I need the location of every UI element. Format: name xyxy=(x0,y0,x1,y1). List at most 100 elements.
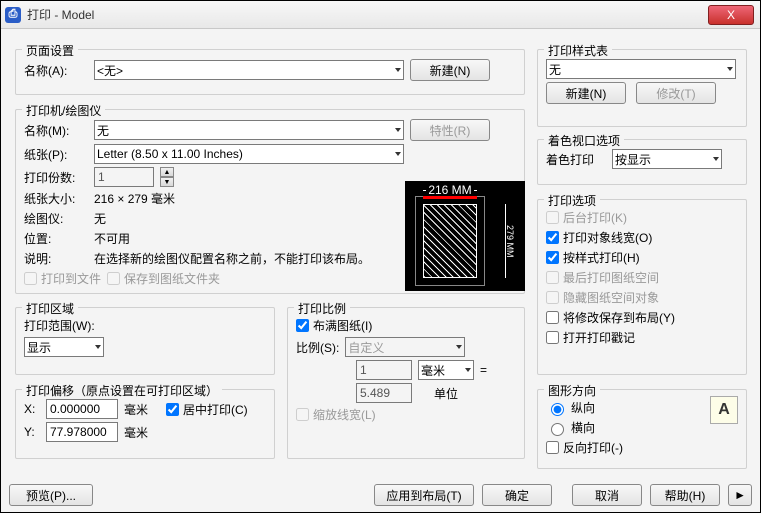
plotter-label: 绘图仪: xyxy=(24,210,88,227)
opt-savechg-checkbox[interactable]: 将修改保存到布局(Y) xyxy=(546,309,675,326)
offset-x-unit: 毫米 xyxy=(124,401,148,418)
opt-bg-checkbox[interactable]: 后台打印(K) xyxy=(546,209,627,226)
close-icon: X xyxy=(727,8,735,22)
spin-down-icon[interactable]: ▼ xyxy=(160,177,174,187)
opt-hide-checkbox[interactable]: 隐藏图纸空间对象 xyxy=(546,289,659,306)
opt-lineweight-checkbox[interactable]: 打印对象线宽(O) xyxy=(546,229,652,246)
copies-spinner[interactable]: ▲▼ xyxy=(160,167,174,187)
equals-label: = xyxy=(480,363,487,377)
chevron-down-icon xyxy=(456,345,462,349)
group-page-setup: 页面设置 名称(A): <无> 新建(N) xyxy=(15,49,525,95)
chevron-right-icon: ► xyxy=(734,488,746,502)
preview-button[interactable]: 预览(P)... xyxy=(9,484,93,506)
printer-properties-button[interactable]: 特性(R) xyxy=(410,119,490,141)
range-label: 打印范围(W): xyxy=(24,317,95,334)
printer-name-select[interactable]: 无 xyxy=(94,120,404,140)
opt-stamp-checkbox[interactable]: 打开打印戳记 xyxy=(546,329,635,346)
legend-offset: 打印偏移（原点设置在可打印区域） xyxy=(22,382,222,399)
chevron-down-icon xyxy=(395,128,401,132)
chevron-down-icon xyxy=(465,368,471,372)
desc-label: 说明: xyxy=(24,250,88,267)
legend-viewport: 着色视口选项 xyxy=(544,132,624,149)
apply-to-layout-button[interactable]: 应用到布局(T) xyxy=(374,484,474,506)
plotter-value: 无 xyxy=(94,210,106,227)
ok-button[interactable]: 确定 xyxy=(482,484,552,506)
legend-scale: 打印比例 xyxy=(294,300,350,317)
group-options: 打印选项 后台打印(K) 打印对象线宽(O) 按样式打印(H) 最后打印图纸空间… xyxy=(537,199,747,375)
legend-options: 打印选项 xyxy=(544,192,600,209)
location-value: 不可用 xyxy=(94,230,130,247)
paper-label: 纸张(P): xyxy=(24,146,88,163)
offset-y-input[interactable]: 77.978000 xyxy=(46,422,118,442)
print-to-file-checkbox[interactable]: 打印到文件 xyxy=(24,270,101,287)
group-style-table: 打印样式表 无 新建(N) 修改(T) xyxy=(537,49,747,127)
close-button[interactable]: X xyxy=(708,5,754,25)
group-orientation: 图形方向 纵向 横向 反向打印(-) A xyxy=(537,389,747,469)
print-dialog: ⎙ 打印 - Model X 页面设置 名称(A): <无> 新建(N) 打印机… xyxy=(0,0,761,513)
papersize-value: 216 × 279 毫米 xyxy=(94,190,175,207)
offset-x-label: X: xyxy=(24,402,40,416)
legend-printer: 打印机/绘图仪 xyxy=(22,102,105,119)
chevron-down-icon xyxy=(395,152,401,156)
dialog-body: 页面设置 名称(A): <无> 新建(N) 打印机/绘图仪 名称(M): 无 特… xyxy=(1,29,760,512)
scale-numerator-input[interactable]: 1 xyxy=(356,360,412,380)
chevron-down-icon xyxy=(713,157,719,161)
group-offset: 打印偏移（原点设置在可打印区域） X: 0.000000 毫米 居中打印(C) … xyxy=(15,389,275,459)
offset-y-unit: 毫米 xyxy=(124,424,148,441)
scale-denominator-input[interactable]: 5.489 xyxy=(356,383,412,403)
chevron-down-icon xyxy=(727,67,733,71)
preview-top-edge xyxy=(423,196,477,199)
orient-landscape-radio[interactable]: 横向 xyxy=(546,419,595,436)
orient-portrait-radio[interactable]: 纵向 xyxy=(546,399,595,416)
chevron-down-icon xyxy=(395,68,401,72)
paper-preview: 216 MM 279 MM xyxy=(405,181,525,291)
spin-up-icon[interactable]: ▲ xyxy=(160,167,174,177)
pagesetup-name-select[interactable]: <无> xyxy=(94,60,404,80)
scale-ratio-label: 比例(S): xyxy=(296,339,339,356)
range-select[interactable]: 显示 xyxy=(24,337,104,357)
styletable-select[interactable]: 无 xyxy=(546,59,736,79)
preview-width-label: 216 MM xyxy=(423,183,477,197)
desc-value: 在选择新的绘图仪配置名称之前，不能打印该布局。 xyxy=(94,250,370,267)
app-icon: ⎙ xyxy=(5,7,21,23)
legend-page-setup: 页面设置 xyxy=(22,42,78,59)
cancel-button[interactable]: 取消 xyxy=(572,484,642,506)
legend-area: 打印区域 xyxy=(22,300,78,317)
scale-unit-select[interactable]: 毫米 xyxy=(418,360,474,380)
scale-unit-label: 单位 xyxy=(418,385,474,402)
pagesetup-name-label: 名称(A): xyxy=(24,62,88,79)
paper-select[interactable]: Letter (8.50 x 11.00 Inches) xyxy=(94,144,404,164)
shade-label: 着色打印 xyxy=(546,151,606,168)
copies-input[interactable]: 1 xyxy=(94,167,154,187)
opt-last-checkbox[interactable]: 最后打印图纸空间 xyxy=(546,269,659,286)
legend-orientation: 图形方向 xyxy=(544,382,600,399)
window-title: 打印 - Model xyxy=(27,6,708,23)
scale-ratio-select[interactable]: 自定义 xyxy=(345,337,465,357)
legend-styletable: 打印样式表 xyxy=(544,42,612,59)
orient-reverse-checkbox[interactable]: 反向打印(-) xyxy=(546,439,623,456)
chevron-down-icon xyxy=(95,345,101,349)
styletable-new-button[interactable]: 新建(N) xyxy=(546,82,626,104)
group-print-area: 打印区域 打印范围(W): 显示 xyxy=(15,307,275,375)
location-label: 位置: xyxy=(24,230,88,247)
opt-style-checkbox[interactable]: 按样式打印(H) xyxy=(546,249,640,266)
copies-label: 打印份数: xyxy=(24,169,88,186)
titlebar[interactable]: ⎙ 打印 - Model X xyxy=(1,1,760,29)
offset-x-input[interactable]: 0.000000 xyxy=(46,399,118,419)
expand-button[interactable]: ► xyxy=(728,484,752,506)
preview-height-label: 279 MM xyxy=(505,204,515,278)
fit-paper-checkbox[interactable]: 布满图纸(I) xyxy=(296,317,372,334)
printer-name-label: 名称(M): xyxy=(24,122,88,139)
orientation-icon: A xyxy=(710,396,738,424)
scale-lineweight-checkbox[interactable]: 缩放线宽(L) xyxy=(296,406,376,423)
preview-hatch xyxy=(423,204,477,278)
shade-select[interactable]: 按显示 xyxy=(612,149,722,169)
group-viewport: 着色视口选项 着色打印 按显示 xyxy=(537,139,747,185)
pagesetup-new-button[interactable]: 新建(N) xyxy=(410,59,490,81)
help-button[interactable]: 帮助(H) xyxy=(650,484,720,506)
styletable-edit-button[interactable]: 修改(T) xyxy=(636,82,716,104)
papersize-label: 纸张大小: xyxy=(24,190,88,207)
center-print-checkbox[interactable]: 居中打印(C) xyxy=(166,401,248,418)
group-scale: 打印比例 布满图纸(I) 比例(S): 自定义 1 毫米 = 5.489 单位 … xyxy=(287,307,525,459)
save-to-paper-checkbox[interactable]: 保存到图纸文件夹 xyxy=(107,270,220,287)
